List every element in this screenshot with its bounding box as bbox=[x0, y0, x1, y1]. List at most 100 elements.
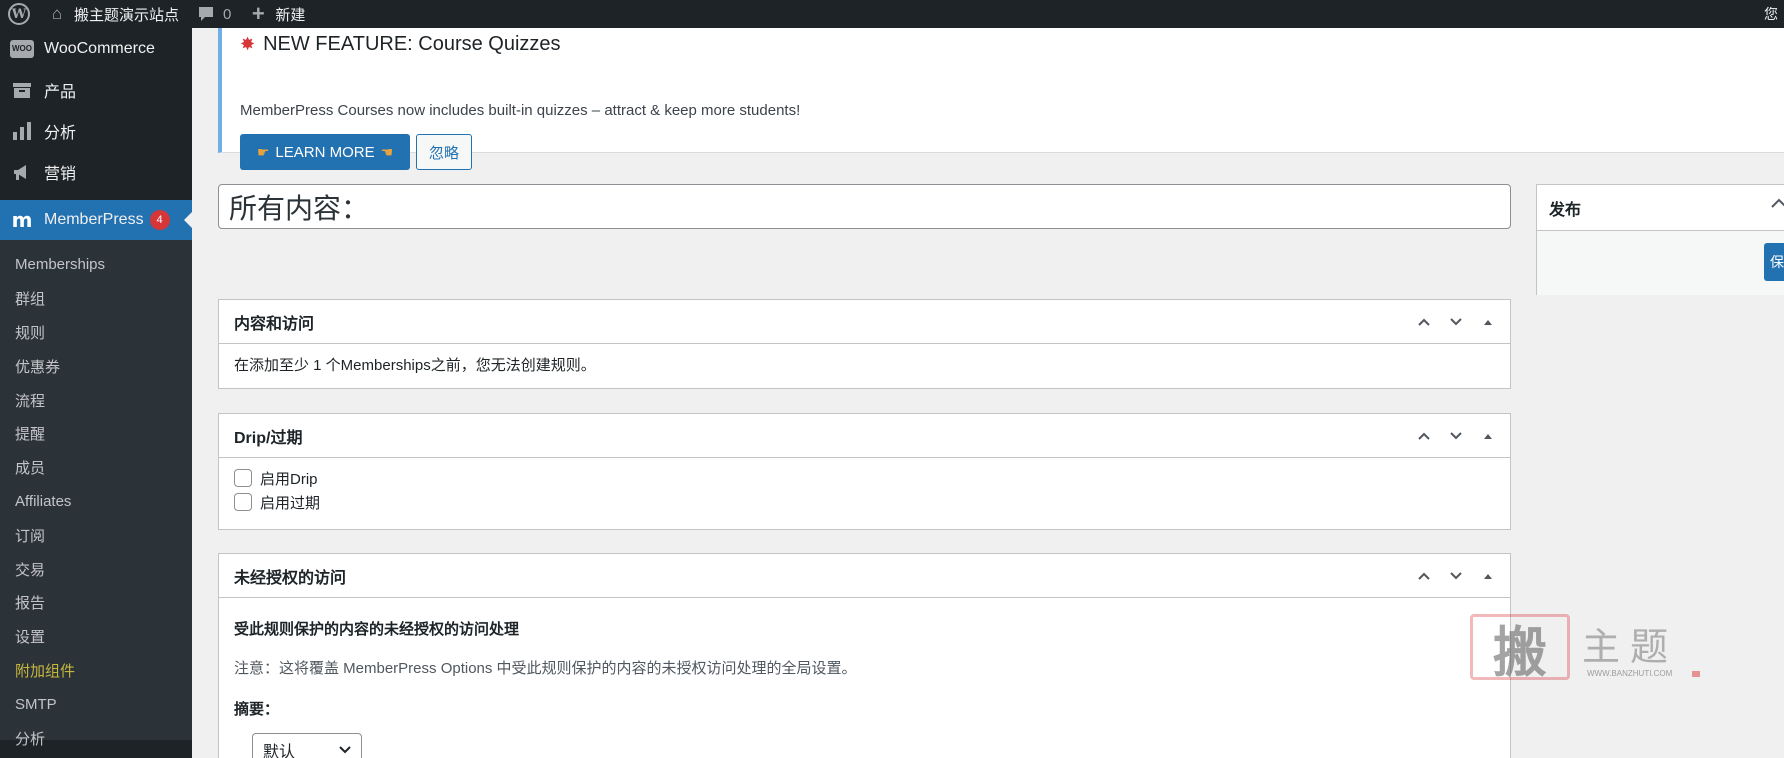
enable-drip-row: 启用Drip bbox=[234, 466, 1495, 490]
submenu-item-addons[interactable]: 附加组件 bbox=[0, 654, 192, 688]
enable-expiration-row: 启用过期 bbox=[234, 490, 1495, 514]
postbox-header: 未经授权的访问 bbox=[219, 554, 1510, 598]
menu-woocommerce[interactable]: WOO WooCommerce bbox=[0, 28, 192, 69]
plus-icon: + bbox=[251, 1, 265, 26]
menu-label: 营销 bbox=[44, 165, 77, 183]
pointing-hand-icon: ☚ bbox=[380, 143, 394, 160]
submenu-item-reminders[interactable]: 提醒 bbox=[0, 417, 192, 451]
submenu-item-rules[interactable]: 规则 bbox=[0, 316, 192, 350]
watermark-url: WWW.BANZHUTI.COM bbox=[1587, 669, 1673, 678]
publish-button[interactable]: 保存 bbox=[1764, 243, 1784, 281]
woo-icon: WOO bbox=[10, 37, 34, 61]
update-count-badge: 4 bbox=[149, 210, 170, 230]
menu-marketing[interactable]: 营销 bbox=[0, 151, 192, 192]
submenu-item-members[interactable]: 成员 bbox=[0, 451, 192, 485]
postbox-controls bbox=[1414, 554, 1498, 598]
submenu-item-transactions[interactable]: 交易 bbox=[0, 552, 192, 586]
move-down-icon[interactable] bbox=[1446, 566, 1466, 586]
account-label: 您 bbox=[1764, 6, 1778, 22]
publish-body: 保存 bbox=[1537, 231, 1784, 295]
watermark-mark bbox=[1692, 671, 1700, 677]
postbox-title: 内容和访问 bbox=[234, 315, 315, 333]
submenu-item-groups[interactable]: 群组 bbox=[0, 282, 192, 316]
menu-memberpress[interactable]: m MemberPress 4 bbox=[0, 200, 192, 240]
submenu-item-subscriptions[interactable]: 订阅 bbox=[0, 518, 192, 552]
submenu-item-flows[interactable]: 流程 bbox=[0, 383, 192, 417]
postbox-controls bbox=[1414, 300, 1498, 344]
pointing-hand-icon: ☛ bbox=[256, 143, 270, 160]
postbox-body: 在添加至少 1 个Memberships之前，您无法创建规则。 bbox=[219, 344, 1510, 385]
rule-title-input[interactable]: 所有内容： bbox=[218, 184, 1511, 229]
menu-label: WooCommerce bbox=[44, 39, 155, 57]
excerpt-label: 摘要： bbox=[234, 701, 280, 718]
admin-bar: W ⌂ 搬主题演示站点 0 + 新建 您 bbox=[0, 0, 1784, 28]
product-icon bbox=[10, 78, 34, 102]
move-up-icon[interactable] bbox=[1414, 312, 1434, 332]
comment-icon bbox=[195, 3, 217, 25]
unauthorized-subheading: 受此规则保护的内容的未经授权的访问处理 bbox=[234, 621, 520, 638]
menu-products[interactable]: 产品 bbox=[0, 69, 192, 110]
excerpt-select-value: 默认 bbox=[263, 744, 296, 758]
content-access-box: 内容和访问 在添加至少 1 个Memberships之前，您无法创建规则。 bbox=[218, 299, 1511, 389]
menu-analytics[interactable]: 分析 bbox=[0, 110, 192, 151]
learn-more-label: LEARN MORE bbox=[275, 143, 375, 161]
submenu-item-affiliates[interactable]: Affiliates bbox=[0, 485, 192, 519]
account-menu[interactable]: 您 bbox=[1764, 0, 1784, 28]
memberpress-submenu: Memberships 群组 规则 优惠券 流程 提醒 成员 Affiliate… bbox=[0, 240, 192, 748]
watermark-logo: 搬 bbox=[1470, 614, 1570, 684]
enable-drip-checkbox[interactable] bbox=[234, 469, 252, 487]
dismiss-button[interactable]: 忽略 bbox=[416, 134, 472, 170]
menu-label: MemberPress bbox=[44, 211, 144, 228]
watermark: 搬 主题 WWW.BANZHUTI.COM bbox=[1470, 612, 1702, 686]
move-up-icon[interactable] bbox=[1414, 566, 1434, 586]
new-label: 新建 bbox=[275, 6, 306, 24]
chevron-down-icon bbox=[339, 746, 351, 754]
postbox-header: Drip/过期 bbox=[219, 414, 1510, 458]
submenu-item-settings[interactable]: 设置 bbox=[0, 620, 192, 654]
new-content-link[interactable]: + 新建 bbox=[239, 0, 313, 28]
toggle-panel-icon[interactable] bbox=[1478, 426, 1498, 446]
memberpress-icon: m bbox=[11, 208, 33, 232]
analytics-icon bbox=[10, 119, 34, 143]
submenu-item-memberships[interactable]: Memberships bbox=[0, 248, 192, 282]
drip-expiration-box: Drip/过期 启用Drip 启用过期 bbox=[218, 413, 1511, 530]
move-down-icon[interactable] bbox=[1446, 312, 1466, 332]
content-access-message: 在添加至少 1 个Memberships之前，您无法创建规则。 bbox=[234, 357, 596, 374]
toggle-panel-icon[interactable] bbox=[1478, 312, 1498, 332]
learn-more-button[interactable]: ☛ LEARN MORE ☚ bbox=[240, 134, 410, 170]
postbox-body: 启用Drip 启用过期 bbox=[219, 458, 1510, 524]
enable-expiration-label: 启用过期 bbox=[260, 494, 321, 512]
move-up-icon[interactable] bbox=[1414, 426, 1434, 446]
enable-expiration-checkbox[interactable] bbox=[234, 493, 252, 511]
comments-link[interactable]: 0 bbox=[187, 0, 239, 28]
notice-description: MemberPress Courses now includes built-i… bbox=[240, 102, 801, 119]
feature-notice: ✸ NEW FEATURE: Course Quizzes MemberPres… bbox=[218, 28, 1784, 170]
watermark-text: 主题 bbox=[1582, 625, 1679, 669]
site-name: 搬主题演示站点 bbox=[74, 6, 180, 24]
site-name-link[interactable]: ⌂ 搬主题演示站点 bbox=[38, 0, 187, 28]
move-down-icon[interactable] bbox=[1446, 426, 1466, 446]
submenu-item-analytics[interactable]: 分析 bbox=[0, 721, 192, 755]
submenu-item-reports[interactable]: 报告 bbox=[0, 586, 192, 620]
publish-title: 发布 bbox=[1549, 201, 1582, 219]
admin-sidebar: WOO WooCommerce 产品 分析 营销 m MemberPress 4… bbox=[0, 28, 192, 758]
notice-title: ✸ NEW FEATURE: Course Quizzes bbox=[240, 28, 561, 60]
megaphone-icon bbox=[10, 160, 34, 184]
chevron-up-icon[interactable] bbox=[1770, 197, 1784, 216]
submenu-item-coupons[interactable]: 优惠券 bbox=[0, 349, 192, 383]
postbox-body: 受此规则保护的内容的未经授权的访问处理 注意：这将覆盖 MemberPress … bbox=[219, 598, 1510, 758]
publish-header: 发布 bbox=[1537, 185, 1784, 231]
submenu-item-smtp[interactable]: SMTP bbox=[0, 687, 192, 721]
excerpt-select[interactable]: 默认 bbox=[252, 733, 362, 758]
enable-drip-label: 启用Drip bbox=[260, 470, 318, 488]
postbox-header: 内容和访问 bbox=[219, 300, 1510, 344]
toggle-panel-icon[interactable] bbox=[1478, 566, 1498, 586]
home-icon: ⌂ bbox=[51, 4, 63, 23]
publish-box: 发布 保存 bbox=[1536, 184, 1784, 295]
wp-logo-menu[interactable]: W bbox=[0, 0, 38, 28]
notice-title-text: NEW FEATURE: Course Quizzes bbox=[263, 32, 561, 55]
menu-label: 分析 bbox=[44, 124, 77, 142]
postbox-title: 未经授权的访问 bbox=[234, 569, 347, 587]
comment-count: 0 bbox=[223, 5, 232, 23]
unauthorized-access-box: 未经授权的访问 受此规则保护的内容的未经授权的访问处理 注意：这将覆盖 Memb… bbox=[218, 553, 1511, 758]
